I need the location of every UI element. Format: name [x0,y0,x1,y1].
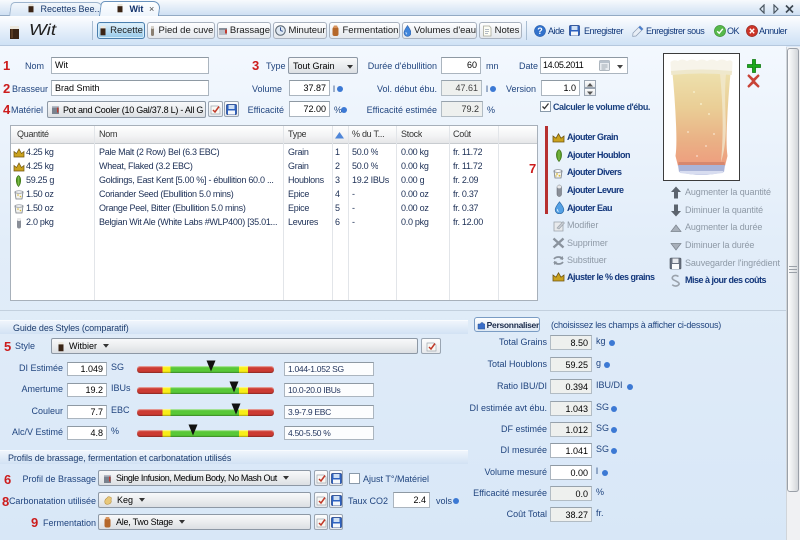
svg-text:?: ? [537,26,543,36]
